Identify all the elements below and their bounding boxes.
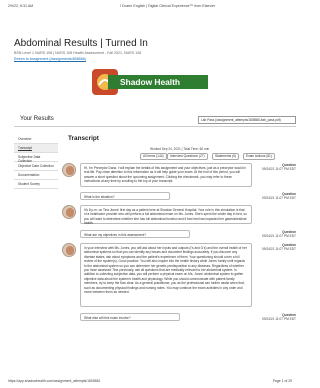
transcript-message: Hi, I'm Preceptor Dana. I will explain t…: [80, 163, 252, 187]
transcript-question: What else will this exam involve?: [80, 313, 180, 321]
transcript-meta: Question 09/24/21 11:07 PM EDT: [256, 230, 296, 238]
return-to-assignment-link[interactable]: Return to Assignment (/assignments/80856…: [14, 57, 86, 61]
filter-all-items[interactable]: All Items (144): [140, 153, 167, 160]
logo-wordmark: Shadow Health: [108, 75, 208, 89]
course-meta: BSN Level 1 NURS 108 | NURS 108 Health A…: [14, 51, 142, 55]
transcript-message: It's 8 p.m. on Tina Jones' first day as …: [80, 205, 252, 225]
preceptor-avatar: [62, 205, 76, 219]
print-date: 2/9/22, 6:31 AM: [8, 4, 34, 8]
transcript-meta: Question 09/24/21 11:07 PM EDT: [256, 243, 296, 251]
transcript-meta: Question 09/24/21 11:07 PM EDT: [256, 313, 296, 321]
transcript-meta: Question 09/24/21 11:07 PM EDT: [256, 192, 296, 200]
sidebar-item-student-survey[interactable]: Student Survey: [14, 180, 58, 189]
shadow-health-logo: Shadow Health: [90, 67, 208, 103]
transcript-panel: Transcript Worked Sep 24, 2021 | Total T…: [62, 133, 298, 321]
footer-url: https://app.shadowhealth.com/assignment_…: [8, 379, 101, 383]
timestamp: 09/24/21 11:07 PM EDT: [262, 317, 296, 321]
filter-statements[interactable]: Statements (6): [212, 153, 239, 160]
sidebar-item-transcript[interactable]: Transcript: [14, 144, 58, 153]
preceptor-avatar: [62, 163, 76, 177]
lab-pass-link[interactable]: Lab Pass (/assignment_attempts/1808581/l…: [198, 116, 296, 124]
timestamp: 09/24/21 11:07 PM EDT: [262, 247, 296, 251]
sidebar-item-overview[interactable]: Overview: [14, 135, 58, 144]
print-footer: https://app.shadowhealth.com/assignment_…: [8, 379, 292, 385]
filter-interview-questions[interactable]: Interview Questions (27): [167, 153, 208, 160]
transcript-title: Transcript: [68, 135, 99, 142]
transcript-question: What are my objectives in this assessmen…: [80, 230, 190, 238]
print-title: I Dozier English | Digital Clinical Expe…: [120, 4, 216, 8]
page-number: Page 1 of 29: [272, 379, 292, 383]
transcript-question: What is the situation?: [80, 192, 170, 200]
page-title: Abdominal Results | Turned In: [14, 38, 148, 49]
sidebar-item-subjective-data[interactable]: Subjective Data Collection: [14, 153, 58, 163]
timestamp: 09/24/21 11:07 PM EDT: [262, 196, 296, 200]
filter-exam-actions[interactable]: Exam Actions (81): [243, 153, 275, 160]
preceptor-avatar: [62, 243, 76, 257]
timestamp: 09/24/21 11:07 PM EDT: [262, 167, 296, 171]
transcript-message: In your interview with Ms. Jones, you wi…: [80, 243, 252, 307]
sidebar: Overview Transcript Subjective Data Coll…: [14, 135, 58, 189]
results-bar: Your Results Lab Pass (/assignment_attem…: [14, 113, 296, 127]
sidebar-item-documentation[interactable]: Documentation: [14, 171, 58, 180]
sidebar-item-objective-data[interactable]: Objective Data Collection: [14, 162, 58, 171]
your-results-heading: Your Results: [20, 116, 54, 122]
worked-summary: Worked Sep 24, 2021 | Total Time: 60 min: [150, 147, 210, 151]
timestamp: 09/24/21 11:07 PM EDT: [262, 234, 296, 238]
transcript-meta: Question 09/24/21 11:07 PM EDT: [256, 163, 296, 171]
print-header: 2/9/22, 6:31 AM I Dozier English | Digit…: [8, 4, 292, 10]
